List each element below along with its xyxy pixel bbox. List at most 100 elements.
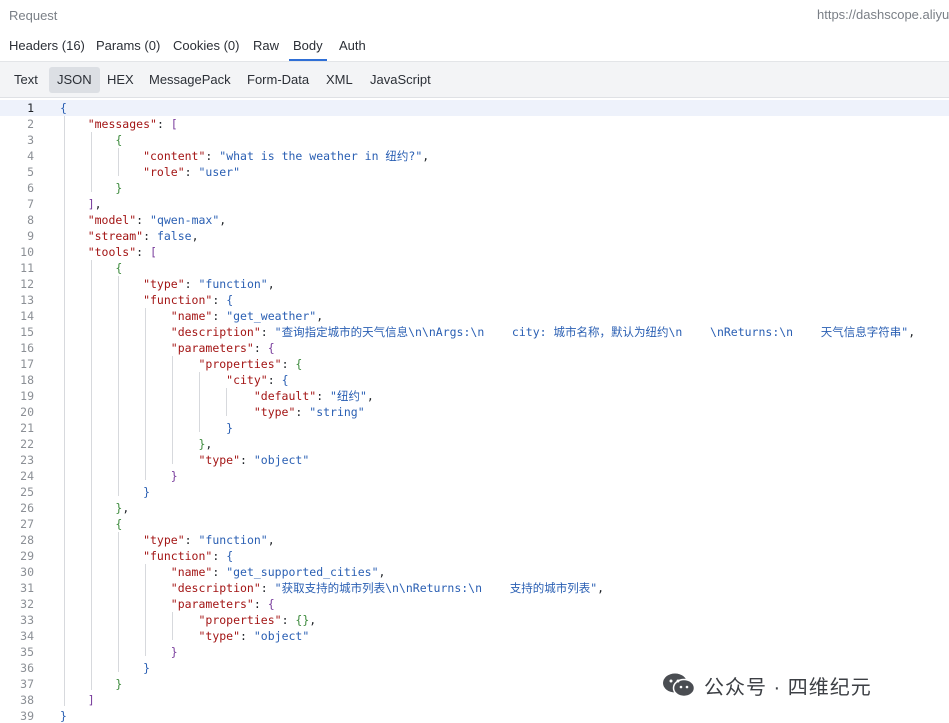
code-line[interactable]: 2 "messages": [ bbox=[0, 116, 949, 132]
body-format-bar: Text JSON HEX MessagePack Form-Data XML … bbox=[0, 62, 949, 98]
line-number: 21 bbox=[20, 421, 34, 435]
line-number: 39 bbox=[20, 709, 34, 723]
code-text: } bbox=[60, 181, 123, 195]
code-line[interactable]: 10 "tools": [ bbox=[0, 244, 949, 260]
line-number: 27 bbox=[20, 517, 34, 531]
code-line[interactable]: 4 "content": "what is the weather in 纽约?… bbox=[0, 148, 949, 164]
line-number: 29 bbox=[20, 549, 34, 563]
code-text: }, bbox=[60, 437, 213, 451]
code-line[interactable]: 7 ], bbox=[0, 196, 949, 212]
code-line[interactable]: 20 "type": "string" bbox=[0, 404, 949, 420]
line-number: 11 bbox=[20, 261, 34, 275]
code-line[interactable]: 39} bbox=[0, 708, 949, 723]
code-text: "type": "function", bbox=[60, 277, 275, 291]
code-line[interactable]: 3 { bbox=[0, 132, 949, 148]
code-line[interactable]: 32 "parameters": { bbox=[0, 596, 949, 612]
code-line[interactable]: 30 "name": "get_supported_cities", bbox=[0, 564, 949, 580]
code-line[interactable]: 29 "function": { bbox=[0, 548, 949, 564]
code-line[interactable]: 26 }, bbox=[0, 500, 949, 516]
request-header: Request https://dashscope.aliyu bbox=[0, 0, 949, 32]
code-line[interactable]: 22 }, bbox=[0, 436, 949, 452]
wechat-icon bbox=[663, 673, 696, 698]
code-line[interactable]: 34 "type": "object" bbox=[0, 628, 949, 644]
line-number: 12 bbox=[20, 277, 34, 291]
request-url[interactable]: https://dashscope.aliyu bbox=[817, 7, 949, 22]
code-text: } bbox=[60, 421, 234, 435]
line-number: 13 bbox=[20, 293, 34, 307]
code-line[interactable]: 6 } bbox=[0, 180, 949, 196]
code-text: "function": { bbox=[60, 549, 234, 563]
line-number: 36 bbox=[20, 661, 34, 675]
code-text: ] bbox=[60, 693, 95, 707]
code-text: ], bbox=[60, 197, 102, 211]
code-text: "type": "object" bbox=[60, 629, 310, 643]
line-number: 33 bbox=[20, 613, 34, 627]
code-text: "name": "get_supported_cities", bbox=[60, 565, 386, 579]
format-json[interactable]: JSON bbox=[49, 67, 100, 93]
format-text[interactable]: Text bbox=[6, 67, 46, 93]
code-text: { bbox=[60, 101, 67, 115]
line-number: 35 bbox=[20, 645, 34, 659]
tab-cookies[interactable]: Cookies (0) bbox=[173, 38, 239, 53]
line-number: 8 bbox=[27, 213, 34, 227]
line-number: 10 bbox=[20, 245, 34, 259]
code-text: "stream": false, bbox=[60, 229, 199, 243]
code-line[interactable]: 33 "properties": {}, bbox=[0, 612, 949, 628]
code-text: } bbox=[60, 661, 151, 675]
format-xml[interactable]: XML bbox=[318, 67, 361, 93]
line-number: 38 bbox=[20, 693, 34, 707]
line-number: 2 bbox=[27, 117, 34, 131]
code-line[interactable]: 18 "city": { bbox=[0, 372, 949, 388]
line-number: 5 bbox=[27, 165, 34, 179]
code-line[interactable]: 15 "description": "查询指定城市的天气信息\n\nArgs:\… bbox=[0, 324, 949, 340]
code-text: "description": "获取支持的城市列表\n\nReturns:\n … bbox=[60, 581, 605, 595]
code-line[interactable]: 21 } bbox=[0, 420, 949, 436]
request-tabs: Headers (16) Params (0) Cookies (0) Raw … bbox=[0, 32, 949, 62]
code-line[interactable]: 16 "parameters": { bbox=[0, 340, 949, 356]
code-line[interactable]: 23 "type": "object" bbox=[0, 452, 949, 468]
code-text: "parameters": { bbox=[60, 341, 275, 355]
line-number: 4 bbox=[27, 149, 34, 163]
code-text: } bbox=[60, 485, 151, 499]
json-body-editor[interactable]: 1{2 "messages": [3 {4 "content": "what i… bbox=[0, 98, 949, 723]
code-text: "messages": [ bbox=[60, 117, 178, 131]
tab-body[interactable]: Body bbox=[289, 38, 327, 61]
format-javascript[interactable]: JavaScript bbox=[362, 67, 439, 93]
code-line[interactable]: 12 "type": "function", bbox=[0, 276, 949, 292]
code-line[interactable]: 8 "model": "qwen-max", bbox=[0, 212, 949, 228]
code-line[interactable]: 31 "description": "获取支持的城市列表\n\nReturns:… bbox=[0, 580, 949, 596]
format-messagepack[interactable]: MessagePack bbox=[141, 67, 239, 93]
code-line[interactable]: 14 "name": "get_weather", bbox=[0, 308, 949, 324]
code-line[interactable]: 27 { bbox=[0, 516, 949, 532]
tab-auth[interactable]: Auth bbox=[339, 38, 366, 53]
code-line[interactable]: 5 "role": "user" bbox=[0, 164, 949, 180]
line-number: 37 bbox=[20, 677, 34, 691]
line-number: 20 bbox=[20, 405, 34, 419]
code-line[interactable]: 25 } bbox=[0, 484, 949, 500]
code-line[interactable]: 9 "stream": false, bbox=[0, 228, 949, 244]
code-line[interactable]: 24 } bbox=[0, 468, 949, 484]
code-text: "default": "纽约", bbox=[60, 389, 374, 403]
code-line[interactable]: 11 { bbox=[0, 260, 949, 276]
code-line[interactable]: 13 "function": { bbox=[0, 292, 949, 308]
code-line[interactable]: 19 "default": "纽约", bbox=[0, 388, 949, 404]
line-number: 7 bbox=[27, 197, 34, 211]
code-line[interactable]: 17 "properties": { bbox=[0, 356, 949, 372]
code-text: }, bbox=[60, 501, 130, 515]
format-hex[interactable]: HEX bbox=[99, 67, 142, 93]
tab-headers[interactable]: Headers (16) bbox=[9, 38, 85, 53]
code-line[interactable]: 28 "type": "function", bbox=[0, 532, 949, 548]
code-text: { bbox=[60, 517, 123, 531]
code-text: } bbox=[60, 469, 178, 483]
panel-title: Request bbox=[9, 8, 58, 23]
code-line[interactable]: 1{ bbox=[0, 100, 949, 116]
tab-raw[interactable]: Raw bbox=[253, 38, 279, 53]
format-form-data[interactable]: Form-Data bbox=[239, 67, 317, 93]
code-text: "parameters": { bbox=[60, 597, 275, 611]
line-number: 17 bbox=[20, 357, 34, 371]
line-number: 30 bbox=[20, 565, 34, 579]
code-text: "type": "function", bbox=[60, 533, 275, 547]
tab-params[interactable]: Params (0) bbox=[96, 38, 160, 53]
code-text: "properties": { bbox=[60, 357, 303, 371]
code-line[interactable]: 35 } bbox=[0, 644, 949, 660]
